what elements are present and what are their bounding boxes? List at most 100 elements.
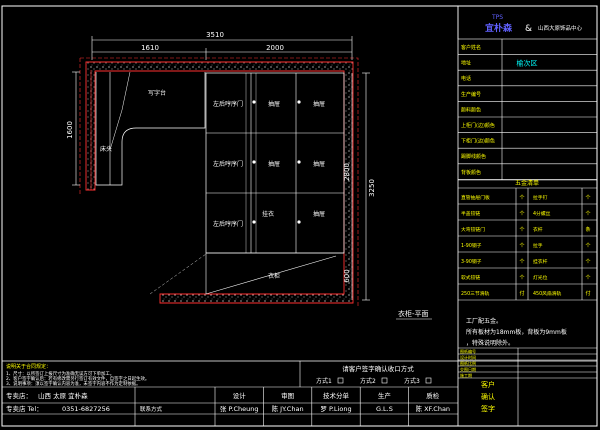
option-1-checkbox[interactable] xyxy=(337,377,344,384)
hw-a-0: 直管抽屉门板 xyxy=(461,194,490,201)
hw-a-2: 大弯铰链门 xyxy=(461,226,485,233)
option-3-checkbox[interactable] xyxy=(425,377,432,384)
note-3: ，特殊说明除外。 xyxy=(466,339,514,347)
hw-au-1: 个 xyxy=(519,211,524,217)
role-name-3: G.L.S xyxy=(376,405,393,413)
hw-au-6: 付 xyxy=(519,290,524,297)
wall xyxy=(85,61,354,304)
signoff-1: 设计时间 xyxy=(460,354,476,360)
cell-r3-right: 抽屉 xyxy=(313,210,325,218)
confirm-3: 签字 xyxy=(481,404,495,413)
hw-au-4: 个 xyxy=(519,259,524,265)
option-3: 方式3 xyxy=(404,377,420,385)
signoff-4: 施工期 xyxy=(460,372,472,378)
roles-table: 设计张 P.Cheung 审图陈 JY.Chan 技术分单罗 P.Liong 生产 G.… xyxy=(220,387,450,426)
cell-r1-left: 抽屉 xyxy=(268,100,280,108)
center-name: 山西大原饰品中心 xyxy=(538,24,583,32)
cabinet-door-1: 左后哼序门 xyxy=(213,100,243,108)
dim-left-vertical: 1600 xyxy=(66,121,74,139)
info-label-3: 生产编号 xyxy=(461,91,481,98)
signoff-0: 图纸编号 xyxy=(460,348,476,354)
hardware-table: 直管抽屉门板个拉手钉 个半盖铰链个 4分螺丝 个大弯铰链门个衣杆 条1-90钢子个拉手个… xyxy=(458,187,597,301)
hw-bu-3: 个 xyxy=(585,243,590,249)
hw-b-6: 450风扇滑轨 xyxy=(533,290,562,297)
hw-au-5: 个 xyxy=(519,275,524,281)
hw-bu-0: 个 xyxy=(585,195,590,201)
shop-phone: 0351-6827256 xyxy=(62,405,110,413)
hw-a-1: 半盖铰链 xyxy=(461,210,480,217)
footer-block: 说明关于合同规定： 1、尺寸：以所签订上报尺寸为准确无误方可下单加工。 2、客户… xyxy=(2,361,458,426)
cabinet-door-2: 左后哼序门 xyxy=(213,160,243,168)
hw-bu-6: 付 xyxy=(585,290,590,297)
info-label-6: 下柜门(边)颜色 xyxy=(461,138,495,145)
cabinet-door-3: 左后哼序门 xyxy=(213,220,243,228)
view-caption: 衣柜-平面 xyxy=(398,309,429,318)
info-value-1: 榆次区 xyxy=(517,59,538,68)
customer-info-table: 客户姓名地址 榆次区电话生产编号颜料颜色上柜门(边)颜色下柜门(边)颜色踢脚线颜色… xyxy=(458,39,597,181)
info-label-4: 颜料颜色 xyxy=(461,106,481,113)
dim-right-outer: 3250 xyxy=(368,179,376,197)
role-name-4: 陈 XF.Chan xyxy=(416,404,451,413)
option-2: 方式2 xyxy=(360,377,376,385)
hw-a-3: 1-90钢子 xyxy=(461,242,482,249)
info-label-0: 客户姓名 xyxy=(461,44,481,51)
signoff-3: 交图日期 xyxy=(460,366,476,372)
hw-b-2: 衣杆 xyxy=(533,226,543,233)
floor-plan: 3510 1610 2000 1600 2800 3250 600 写字台 床头… xyxy=(66,31,432,320)
role-1: 审图 xyxy=(281,391,294,400)
shop-name: 山西 太原 宜朴森 xyxy=(38,391,88,400)
hw-bu-1: 个 xyxy=(585,211,590,217)
hw-b-3: 拉手 xyxy=(533,242,543,249)
cell-r3-left: 挂衣 xyxy=(262,210,274,218)
role-name-2: 罗 P.Liong xyxy=(320,405,351,413)
hw-bu-5: 个 xyxy=(585,275,590,281)
role-name-0: 张 P.Cheung xyxy=(220,404,259,413)
confirm-1: 客户 xyxy=(481,380,495,389)
option-2-checkbox[interactable] xyxy=(381,377,388,384)
role-name-1: 陈 JY.Chan xyxy=(272,404,304,413)
cad-drawing: 3510 1610 2000 1600 2800 3250 600 写字台 床头… xyxy=(1,5,598,427)
info-label-7: 踢脚线颜色 xyxy=(461,153,486,160)
hw-au-0: 个 xyxy=(519,195,524,201)
cell-r2-right: 抽屉 xyxy=(313,160,325,168)
role-3: 生产 xyxy=(378,391,392,400)
cell-r2-left: 抽屉 xyxy=(268,160,280,168)
notes-title: 说明关于合同规定： xyxy=(6,363,51,370)
dim-right-upper: 2800 xyxy=(343,163,351,181)
label-desk: 写字台 xyxy=(148,89,166,97)
info-label-5: 上柜门(边)颜色 xyxy=(461,122,495,129)
hw-au-3: 个 xyxy=(519,243,524,249)
label-bed: 床头 xyxy=(100,145,112,153)
hw-b-5: 灯光位 xyxy=(533,274,548,281)
info-label-2: 电话 xyxy=(461,75,471,82)
confirm-2: 确认 xyxy=(481,392,495,401)
phone-label: 专卖店 Tel： xyxy=(6,404,43,413)
info-label-8: 背板颜色 xyxy=(461,169,481,176)
footer-note-3: 3、说明事项：须以签字确认内容为准，未签字内容不作为定制依据。 xyxy=(6,380,141,387)
brand-name: 宜朴森 xyxy=(485,22,513,34)
hw-bu-2: 条 xyxy=(585,226,590,233)
info-label-1: 地址 xyxy=(461,60,471,67)
hw-bu-4: 个 xyxy=(585,259,590,265)
role-2: 技术分单 xyxy=(323,391,350,400)
note-2: 所有板材为18mm板，背板为9mm板 xyxy=(466,328,567,336)
shop-contact: 联系方式 xyxy=(140,405,163,413)
dim-total: 3510 xyxy=(206,31,224,39)
signoff-table: 图纸编号设计时间图纸比例交图日期施工期 xyxy=(458,347,597,426)
footer-note-2: 2、客户签字确认后：若有修改需另行签订有效文件，自签字之日起生效。 xyxy=(6,375,149,382)
confirm-title: 请客户签字确认收口方式 xyxy=(342,364,414,373)
shop-label: 专卖店： xyxy=(6,391,32,400)
brand-amp: & xyxy=(525,24,532,34)
hw-a-5: 软式铰链 xyxy=(461,274,480,281)
cell-r1-right: 抽屉 xyxy=(313,100,325,108)
role-4: 质检 xyxy=(426,391,440,400)
hw-b-4: 挂衣杆 xyxy=(533,258,548,265)
desk-outline xyxy=(95,72,206,186)
hardware-title: 五金清单 xyxy=(515,179,539,187)
label-pillar: 衣柜 xyxy=(268,272,280,280)
dim-left: 1610 xyxy=(141,44,159,52)
footer-note-1: 1、尺寸：以所签订上报尺寸为准确无误方可下单加工。 xyxy=(6,370,114,377)
option-1: 方式1 xyxy=(316,377,332,385)
role-0: 设计 xyxy=(233,391,247,400)
dim-right-lower: 600 xyxy=(343,269,351,282)
